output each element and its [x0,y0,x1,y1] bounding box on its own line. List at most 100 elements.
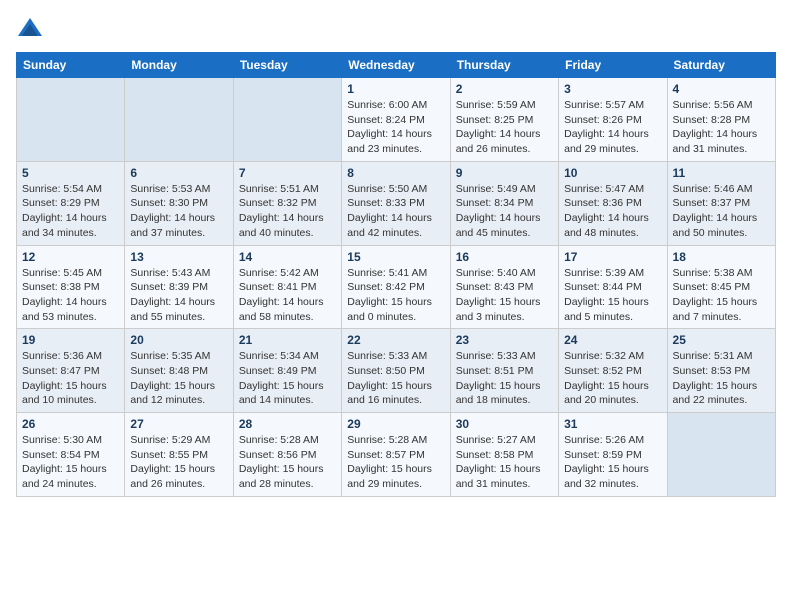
day-number: 15 [347,250,444,264]
calendar-day-cell: 31 Sunrise: 5:26 AM Sunset: 8:59 PM Dayli… [559,413,667,497]
day-number: 29 [347,417,444,431]
day-number: 3 [564,82,661,96]
day-number: 11 [673,166,770,180]
empty-day-cell [125,78,233,162]
day-number: 6 [130,166,227,180]
calendar-day-cell: 29 Sunrise: 5:28 AM Sunset: 8:57 PM Dayli… [342,413,450,497]
calendar-day-cell: 4 Sunrise: 5:56 AM Sunset: 8:28 PM Daylig… [667,78,775,162]
day-number: 28 [239,417,336,431]
day-number: 23 [456,333,553,347]
calendar-day-cell: 18 Sunrise: 5:38 AM Sunset: 8:45 PM Dayli… [667,245,775,329]
day-info: Sunrise: 5:28 AM Sunset: 8:57 PM Dayligh… [347,433,444,492]
day-number: 7 [239,166,336,180]
weekday-header: Tuesday [233,53,341,78]
day-info: Sunrise: 5:57 AM Sunset: 8:26 PM Dayligh… [564,98,661,157]
day-number: 4 [673,82,770,96]
calendar-day-cell: 30 Sunrise: 5:27 AM Sunset: 8:58 PM Dayli… [450,413,558,497]
weekday-header: Sunday [17,53,125,78]
day-info: Sunrise: 5:49 AM Sunset: 8:34 PM Dayligh… [456,182,553,241]
day-number: 17 [564,250,661,264]
day-info: Sunrise: 5:26 AM Sunset: 8:59 PM Dayligh… [564,433,661,492]
day-info: Sunrise: 5:29 AM Sunset: 8:55 PM Dayligh… [130,433,227,492]
day-info: Sunrise: 5:51 AM Sunset: 8:32 PM Dayligh… [239,182,336,241]
day-number: 10 [564,166,661,180]
calendar-day-cell: 8Sunrise: 5:50 AM Sunset: 8:33 PM Daylig… [342,161,450,245]
day-info: Sunrise: 5:34 AM Sunset: 8:49 PM Dayligh… [239,349,336,408]
day-number: 22 [347,333,444,347]
day-number: 24 [564,333,661,347]
day-info: Sunrise: 5:27 AM Sunset: 8:58 PM Dayligh… [456,433,553,492]
calendar-week-row: 19Sunrise: 5:36 AM Sunset: 8:47 PM Dayli… [17,329,776,413]
empty-day-cell [233,78,341,162]
calendar-day-cell: 6 Sunrise: 5:53 AM Sunset: 8:30 PM Daylig… [125,161,233,245]
day-number: 31 [564,417,661,431]
day-info: Sunrise: 5:59 AM Sunset: 8:25 PM Dayligh… [456,98,553,157]
day-number: 8 [347,166,444,180]
calendar-week-row: 26 Sunrise: 5:30 AM Sunset: 8:54 PM Dayli… [17,413,776,497]
calendar-day-cell: 19Sunrise: 5:36 AM Sunset: 8:47 PM Dayli… [17,329,125,413]
calendar-day-cell: 3 Sunrise: 5:57 AM Sunset: 8:26 PM Daylig… [559,78,667,162]
calendar-day-cell: 7 Sunrise: 5:51 AM Sunset: 8:32 PM Daylig… [233,161,341,245]
day-number: 13 [130,250,227,264]
weekday-header: Saturday [667,53,775,78]
day-info: Sunrise: 5:33 AM Sunset: 8:50 PM Dayligh… [347,349,444,408]
calendar-day-cell: 5 Sunrise: 5:54 AM Sunset: 8:29 PM Daylig… [17,161,125,245]
day-info: Sunrise: 5:45 AM Sunset: 8:38 PM Dayligh… [22,266,119,325]
calendar-day-cell: 14 Sunrise: 5:42 AM Sunset: 8:41 PM Dayli… [233,245,341,329]
calendar-day-cell: 2Sunrise: 5:59 AM Sunset: 8:25 PM Daylig… [450,78,558,162]
calendar-day-cell: 22 Sunrise: 5:33 AM Sunset: 8:50 PM Dayli… [342,329,450,413]
day-number: 12 [22,250,119,264]
day-info: Sunrise: 5:56 AM Sunset: 8:28 PM Dayligh… [673,98,770,157]
logo-icon [16,16,44,44]
day-number: 25 [673,333,770,347]
calendar-day-cell: 26 Sunrise: 5:30 AM Sunset: 8:54 PM Dayli… [17,413,125,497]
day-number: 5 [22,166,119,180]
weekday-header: Thursday [450,53,558,78]
day-info: Sunrise: 5:28 AM Sunset: 8:56 PM Dayligh… [239,433,336,492]
calendar-day-cell: 15Sunrise: 5:41 AM Sunset: 8:42 PM Dayli… [342,245,450,329]
day-number: 14 [239,250,336,264]
calendar-day-cell: 25 Sunrise: 5:31 AM Sunset: 8:53 PM Dayli… [667,329,775,413]
day-info: Sunrise: 5:30 AM Sunset: 8:54 PM Dayligh… [22,433,119,492]
day-info: Sunrise: 5:40 AM Sunset: 8:43 PM Dayligh… [456,266,553,325]
calendar-day-cell: 13 Sunrise: 5:43 AM Sunset: 8:39 PM Dayli… [125,245,233,329]
calendar-day-cell: 11 Sunrise: 5:46 AM Sunset: 8:37 PM Dayli… [667,161,775,245]
calendar-day-cell: 16Sunrise: 5:40 AM Sunset: 8:43 PM Dayli… [450,245,558,329]
calendar-week-row: 1 Sunrise: 6:00 AM Sunset: 8:24 PM Daylig… [17,78,776,162]
day-number: 19 [22,333,119,347]
header [16,16,776,44]
day-number: 30 [456,417,553,431]
calendar-day-cell: 17 Sunrise: 5:39 AM Sunset: 8:44 PM Dayli… [559,245,667,329]
day-number: 26 [22,417,119,431]
weekday-header-row: SundayMondayTuesdayWednesdayThursdayFrid… [17,53,776,78]
calendar-day-cell: 10Sunrise: 5:47 AM Sunset: 8:36 PM Dayli… [559,161,667,245]
empty-day-cell [17,78,125,162]
day-info: Sunrise: 5:35 AM Sunset: 8:48 PM Dayligh… [130,349,227,408]
calendar-week-row: 12 Sunrise: 5:45 AM Sunset: 8:38 PM Dayli… [17,245,776,329]
calendar-day-cell: 12 Sunrise: 5:45 AM Sunset: 8:38 PM Dayli… [17,245,125,329]
day-info: Sunrise: 5:38 AM Sunset: 8:45 PM Dayligh… [673,266,770,325]
day-info: Sunrise: 5:39 AM Sunset: 8:44 PM Dayligh… [564,266,661,325]
day-info: Sunrise: 5:53 AM Sunset: 8:30 PM Dayligh… [130,182,227,241]
day-info: Sunrise: 5:42 AM Sunset: 8:41 PM Dayligh… [239,266,336,325]
day-number: 27 [130,417,227,431]
logo [16,16,48,44]
day-info: Sunrise: 5:54 AM Sunset: 8:29 PM Dayligh… [22,182,119,241]
day-info: Sunrise: 5:33 AM Sunset: 8:51 PM Dayligh… [456,349,553,408]
day-number: 1 [347,82,444,96]
day-number: 9 [456,166,553,180]
weekday-header: Friday [559,53,667,78]
calendar-day-cell: 20Sunrise: 5:35 AM Sunset: 8:48 PM Dayli… [125,329,233,413]
day-info: Sunrise: 6:00 AM Sunset: 8:24 PM Dayligh… [347,98,444,157]
empty-day-cell [667,413,775,497]
day-info: Sunrise: 5:43 AM Sunset: 8:39 PM Dayligh… [130,266,227,325]
calendar-day-cell: 24Sunrise: 5:32 AM Sunset: 8:52 PM Dayli… [559,329,667,413]
day-info: Sunrise: 5:46 AM Sunset: 8:37 PM Dayligh… [673,182,770,241]
calendar-day-cell: 27 Sunrise: 5:29 AM Sunset: 8:55 PM Dayli… [125,413,233,497]
calendar-day-cell: 21 Sunrise: 5:34 AM Sunset: 8:49 PM Dayli… [233,329,341,413]
day-info: Sunrise: 5:31 AM Sunset: 8:53 PM Dayligh… [673,349,770,408]
calendar-day-cell: 23 Sunrise: 5:33 AM Sunset: 8:51 PM Dayli… [450,329,558,413]
day-number: 21 [239,333,336,347]
day-number: 18 [673,250,770,264]
weekday-header: Wednesday [342,53,450,78]
